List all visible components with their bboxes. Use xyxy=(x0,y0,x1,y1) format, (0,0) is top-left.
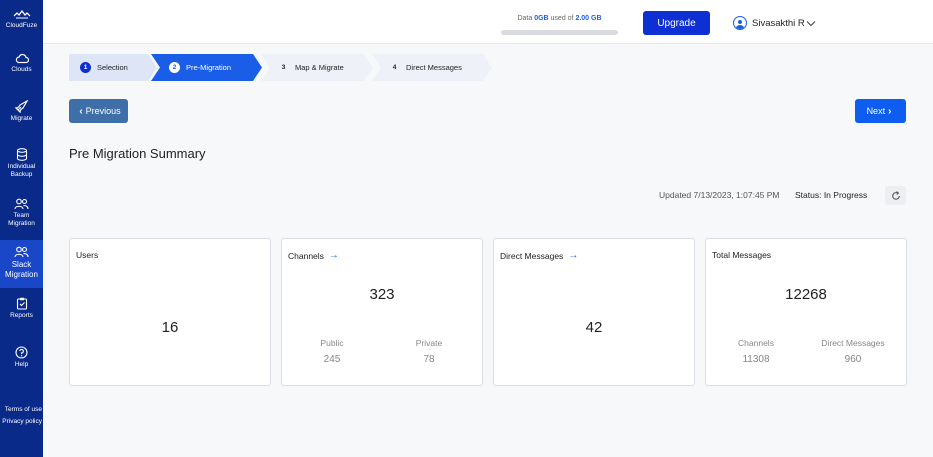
sidebar-item-team-migration[interactable]: Team Migration xyxy=(0,198,43,228)
refresh-button[interactable] xyxy=(885,186,906,205)
step-number: 3 xyxy=(281,64,286,71)
step-label: Pre-Migration xyxy=(186,63,232,72)
top-bar: Data 0GB used of 2.00 GB Upgrade Sivasak… xyxy=(43,0,933,44)
step-selection[interactable]: 1 Selection xyxy=(69,54,157,81)
help-icon xyxy=(15,346,28,359)
previous-button-label: Previous xyxy=(85,106,121,116)
sidebar: CloudFuze Clouds Migrate Individual Back… xyxy=(0,0,43,457)
sidebar-item-label: Team Migration xyxy=(8,212,35,227)
migration-status: Status: In Progress xyxy=(795,190,868,200)
total-messages-card-title: Total Messages xyxy=(712,250,772,260)
quota-used: 0GB xyxy=(534,15,549,22)
user-menu[interactable]: Sivasakthi R xyxy=(733,16,816,30)
card-title: Total Messages xyxy=(712,250,771,260)
card-title[interactable]: Direct Messages → xyxy=(500,250,578,261)
last-updated: Updated 7/13/2023, 1:07:45 PM xyxy=(659,190,780,200)
channels-count: 323 xyxy=(369,286,395,303)
next-button[interactable]: Next › xyxy=(855,99,906,123)
dm-messages-count: 960 xyxy=(844,354,862,365)
rocket-icon xyxy=(14,100,28,113)
sidebar-item-label: Migrate xyxy=(10,115,33,122)
sidebar-item-help[interactable]: Help xyxy=(0,346,43,369)
arrow-right-icon[interactable]: → xyxy=(329,250,339,261)
quota-middle: used of xyxy=(548,15,576,22)
database-icon xyxy=(16,148,27,161)
arrow-right-icon[interactable]: → xyxy=(568,250,578,261)
sidebar-item-migrate[interactable]: Migrate xyxy=(0,100,43,123)
dm-messages-label: Direct Messages xyxy=(821,338,885,348)
step-label: Selection xyxy=(97,63,128,72)
chevron-right-icon: › xyxy=(888,105,892,117)
total-messages-card: Total Messages 12268 Channels 11308 Dire… xyxy=(705,238,907,386)
step-pre-migration[interactable]: 2 Pre-Migration xyxy=(151,54,262,81)
page-title: Pre Migration Summary xyxy=(69,146,206,161)
direct-messages-card: Direct Messages → 42 xyxy=(493,238,695,386)
sidebar-item-reports[interactable]: Reports xyxy=(0,297,43,320)
private-label: Private xyxy=(415,338,443,348)
report-icon xyxy=(16,297,27,310)
sidebar-item-label: Individual Backup xyxy=(7,163,36,178)
sidebar-item-clouds[interactable]: Clouds xyxy=(0,53,43,74)
sidebar-item-label: CloudFuze xyxy=(5,22,38,29)
chevron-left-icon: ‹ xyxy=(79,105,83,117)
direct-messages-card-title: Direct Messages xyxy=(500,250,564,261)
users-card-title: Users xyxy=(76,250,99,260)
step-direct-messages[interactable]: 4 Direct Messages xyxy=(372,54,492,81)
card-title[interactable]: Channels → xyxy=(288,250,339,261)
sidebar-item-slack-migration[interactable]: Slack Migration xyxy=(0,240,43,288)
user-name: Sivasakthi R xyxy=(752,17,805,29)
quota-total: 2.00 GB xyxy=(575,15,602,22)
users-card: Users 16 xyxy=(69,238,271,386)
step-label: Map & Migrate xyxy=(295,63,344,72)
chevron-down-icon xyxy=(806,20,816,26)
team-icon xyxy=(14,246,29,258)
step-number: 1 xyxy=(80,62,91,73)
storage-quota-text: Data 0GB used of 2.00 GB xyxy=(501,15,618,22)
step-map-and-migrate[interactable]: 3 Map & Migrate xyxy=(261,54,373,81)
next-button-label: Next xyxy=(866,106,886,116)
upgrade-button[interactable]: Upgrade xyxy=(643,11,710,35)
step-number: 4 xyxy=(392,64,397,71)
storage-quota-bar xyxy=(501,30,618,35)
team-icon xyxy=(14,198,29,210)
users-count: 16 xyxy=(161,319,179,336)
channels-messages-count: 11308 xyxy=(742,354,770,365)
terms-link[interactable]: Terms of use xyxy=(0,406,43,413)
step-label: Direct Messages xyxy=(406,63,462,72)
total-messages-count: 12268 xyxy=(785,286,827,303)
public-count: 245 xyxy=(323,354,341,365)
sidebar-item-label: Help xyxy=(14,361,29,368)
sidebar-item-individual-backup[interactable]: Individual Backup xyxy=(0,148,43,179)
public-label: Public xyxy=(320,338,344,348)
sidebar-item-label: Slack Migration xyxy=(5,260,38,279)
sidebar-item-label: Reports xyxy=(10,312,33,319)
quota-prefix: Data xyxy=(517,15,535,22)
card-title: Users xyxy=(76,250,98,260)
sidebar-item-label: Clouds xyxy=(11,66,32,73)
cloud-icon xyxy=(15,53,29,64)
previous-button[interactable]: ‹ Previous xyxy=(69,99,128,123)
private-count: 78 xyxy=(423,354,435,365)
channels-messages-label: Channels xyxy=(738,338,774,348)
direct-messages-count: 42 xyxy=(585,319,603,336)
step-number: 2 xyxy=(169,62,180,73)
privacy-link[interactable]: Privacy policy xyxy=(0,418,43,425)
cloudfuze-logo-icon xyxy=(13,10,30,19)
channels-card: Channels → 323 Public 245 Private 78 xyxy=(281,238,483,386)
cloudfuze-logo[interactable]: CloudFuze xyxy=(0,10,43,30)
channels-card-title: Channels xyxy=(288,250,324,261)
user-avatar-icon xyxy=(733,16,747,30)
refresh-icon xyxy=(891,190,900,200)
